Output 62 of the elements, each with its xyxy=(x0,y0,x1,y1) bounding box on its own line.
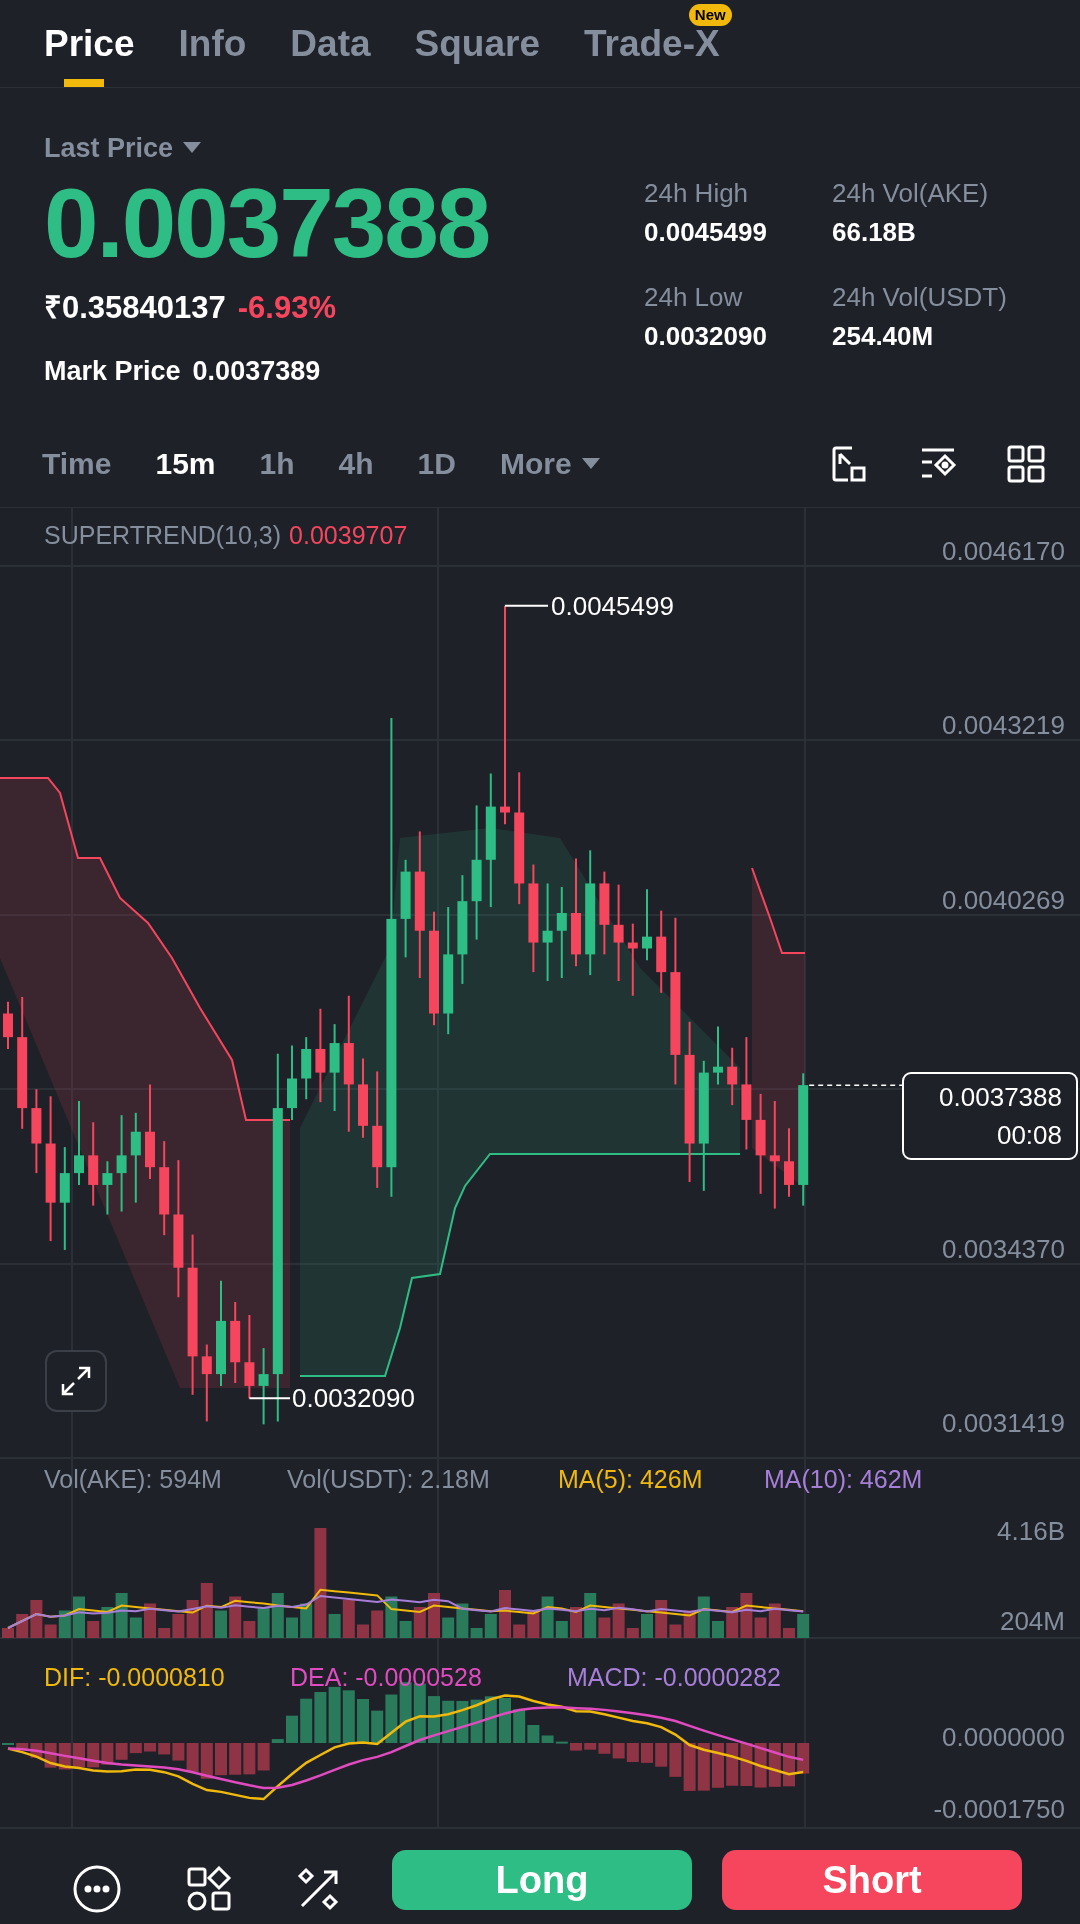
stat-label: 24h High xyxy=(644,177,750,210)
macd-legend: MACD: -0.0000282 xyxy=(567,1663,781,1691)
stat-value: 0.0045499 xyxy=(644,216,768,249)
price-change: -6.93% xyxy=(237,288,336,327)
last-price: 0.0037388 xyxy=(44,170,491,275)
macd-legend: DEA: -0.0000528 xyxy=(290,1663,482,1691)
indicator-label: SUPERTREND(10,3) 0.0039707 xyxy=(44,521,408,549)
caret-icon xyxy=(183,142,202,155)
axis-label: 0.0034370 xyxy=(942,1234,1065,1264)
stat-label: 24h Vol(AKE) xyxy=(832,177,990,210)
expand-icon xyxy=(59,1364,93,1398)
axis-label: 0.0040269 xyxy=(942,885,1065,915)
axis-label: -0.0001750 xyxy=(933,1794,1065,1824)
candle xyxy=(713,1025,723,1086)
tab[interactable]: Data xyxy=(290,0,371,87)
tab[interactable]: Price xyxy=(44,0,135,87)
stat-value: 0.0032090 xyxy=(644,320,768,353)
price-type-dropdown[interactable]: Last Price xyxy=(44,128,202,169)
stat-label: 24h Low xyxy=(644,281,744,314)
axis-label: 0.0031419 xyxy=(942,1408,1065,1438)
interval-tab[interactable]: 1h xyxy=(259,441,295,486)
new-badge: New xyxy=(688,4,732,26)
grid-icon[interactable] xyxy=(1006,443,1046,484)
mark-price-label: Mark Price xyxy=(44,355,181,388)
high-marker: 0.0045499 xyxy=(551,590,674,621)
tab[interactable]: Square xyxy=(414,0,540,87)
more-icon[interactable] xyxy=(72,1864,122,1914)
expand-button[interactable] xyxy=(45,1350,107,1412)
stat-label: 24h Vol(USDT) xyxy=(832,281,1008,314)
axis-label: 204M xyxy=(999,1606,1065,1636)
volume-legend: MA(5): 426M xyxy=(558,1465,703,1493)
interval-tab[interactable]: 15m xyxy=(155,441,216,486)
axis-label: 4.16B xyxy=(997,1516,1065,1546)
candle xyxy=(3,1000,13,1050)
interval-tab[interactable]: Time xyxy=(42,441,112,486)
fiat-price: ₹0.35840137 xyxy=(44,288,226,327)
tab[interactable]: Info xyxy=(178,0,247,87)
axis-label: 0.0043219 xyxy=(942,710,1065,740)
candle xyxy=(102,1160,113,1216)
stat-value: 254.40M xyxy=(832,320,935,353)
axis-label: 0.0000000 xyxy=(942,1722,1065,1752)
volume-legend: Vol(USDT): 2.18M xyxy=(287,1465,490,1493)
current-price: 0.0037388 xyxy=(939,1082,1062,1112)
candle-countdown: 00:08 xyxy=(996,1120,1062,1150)
volume-legend: MA(10): 462M xyxy=(764,1465,923,1493)
leader-line xyxy=(248,1397,291,1400)
interval-tab[interactable]: 4h xyxy=(338,441,374,486)
mark-price-value: 0.0037389 xyxy=(192,355,321,388)
shapes-icon[interactable] xyxy=(186,1866,232,1912)
interval-tab[interactable]: 1D xyxy=(417,441,456,486)
interval-tab[interactable]: More xyxy=(499,441,600,486)
short-button[interactable]: Short xyxy=(722,1850,1022,1910)
volume-legend: Vol(AKE): 594M xyxy=(44,1465,222,1493)
low-marker: 0.0032090 xyxy=(292,1383,415,1414)
candle xyxy=(301,1036,312,1101)
candle xyxy=(727,1046,738,1107)
axis-label: 0.0046170 xyxy=(942,536,1065,566)
leader-line xyxy=(504,604,549,607)
macd-legend: DIF: -0.0000810 xyxy=(44,1663,225,1691)
candle xyxy=(784,1127,794,1198)
stat-value: 66.18B xyxy=(832,216,917,249)
tab-indicator xyxy=(64,79,104,87)
